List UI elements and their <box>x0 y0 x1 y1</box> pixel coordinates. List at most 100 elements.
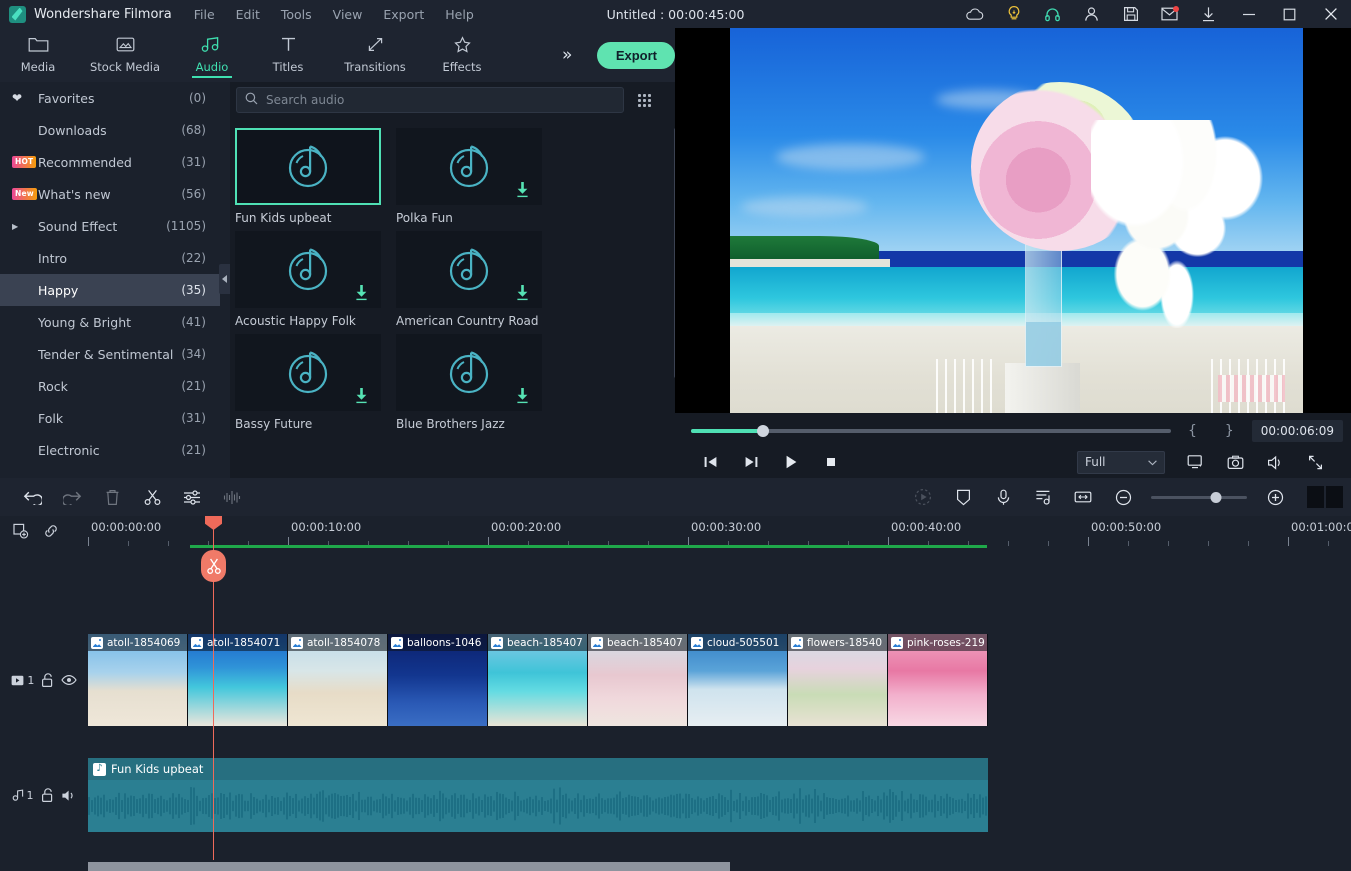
next-frame-button[interactable] <box>731 446 771 478</box>
sidebar-item-young-bright[interactable]: Young & Bright (41) <box>0 306 220 338</box>
sidebar-item-electronic[interactable]: Electronic (21) <box>0 434 220 466</box>
audio-track-lock-icon[interactable] <box>41 787 54 803</box>
download-icon[interactable] <box>1189 0 1228 28</box>
audio-card[interactable]: Fun Kids upbeat <box>235 128 381 225</box>
playhead-scissors-button[interactable] <box>201 550 226 582</box>
marker-shield-button[interactable] <box>943 478 983 516</box>
video-clip[interactable]: atoll-1854078 <box>288 634 388 726</box>
video-clip[interactable]: beach-185407 <box>488 634 588 726</box>
camera-icon[interactable] <box>1215 446 1255 478</box>
settings-sliders-button[interactable] <box>172 478 212 516</box>
export-button[interactable]: Export <box>597 41 676 69</box>
mark-out-button[interactable]: } <box>1225 423 1234 439</box>
audio-track-speaker-icon[interactable] <box>61 789 77 802</box>
stop-button[interactable] <box>811 446 851 478</box>
seek-slider[interactable] <box>691 425 1171 437</box>
sidebar-item-what-s-new[interactable]: New What's new (56) <box>0 178 220 210</box>
sidebar-item-happy[interactable]: Happy (35) <box>0 274 220 306</box>
fullscreen-icon[interactable] <box>1295 446 1335 478</box>
add-track-button[interactable] <box>8 518 34 544</box>
quality-select[interactable]: Full <box>1077 450 1165 474</box>
audio-card[interactable]: Polka Fun <box>396 128 542 225</box>
timeline-zoom-slider[interactable] <box>1151 491 1247 503</box>
more-tabs-chevron-icon[interactable]: » <box>562 45 573 65</box>
audio-card-thumb[interactable] <box>235 128 381 205</box>
audio-card-thumb[interactable] <box>235 334 381 411</box>
audio-mixer-button[interactable] <box>1023 478 1063 516</box>
timeline-horizontal-scrollbar[interactable] <box>88 862 730 871</box>
split-scissors-button[interactable] <box>132 478 172 516</box>
volume-icon[interactable] <box>1255 446 1295 478</box>
cloud-icon[interactable] <box>955 0 994 28</box>
lightbulb-icon[interactable] <box>994 0 1033 28</box>
sidebar-item-recommended[interactable]: HOT Recommended (31) <box>0 146 220 178</box>
video-track-lock-icon[interactable] <box>41 672 54 688</box>
menu-item-view[interactable]: View <box>333 7 363 22</box>
sidebar-item-sound-effect[interactable]: ▶ Sound Effect (1105) <box>0 210 220 242</box>
save-icon[interactable] <box>1111 0 1150 28</box>
zoom-out-button[interactable] <box>1103 478 1143 516</box>
sidebar-collapse-handle[interactable] <box>219 264 230 294</box>
timeline-ruler[interactable]: 00:00:00:00 00:00:10:00 00:00:20:00 00:00:3… <box>88 516 1351 546</box>
audio-card[interactable]: American Country Road <box>396 231 542 328</box>
link-clips-button[interactable] <box>38 518 64 544</box>
maximize-button[interactable] <box>1269 0 1310 28</box>
render-preview-button[interactable] <box>903 478 943 516</box>
sidebar-item-folk[interactable]: Folk (31) <box>0 402 220 434</box>
video-clip[interactable]: pink-roses-219 <box>888 634 988 726</box>
tab-media[interactable]: Media <box>0 28 76 82</box>
menu-item-edit[interactable]: Edit <box>236 7 260 22</box>
video-clip[interactable]: beach-185407 <box>588 634 688 726</box>
tab-effects[interactable]: Effects <box>424 28 500 82</box>
playhead[interactable] <box>201 516 226 860</box>
download-icon[interactable] <box>354 387 368 404</box>
tab-audio[interactable]: Audio <box>174 28 250 82</box>
video-clip[interactable]: cloud-505501 <box>688 634 788 726</box>
prev-frame-button[interactable] <box>691 446 731 478</box>
tab-stock-media[interactable]: Stock Media <box>76 28 174 82</box>
video-clip[interactable]: atoll-1854069 <box>88 634 188 726</box>
download-icon[interactable] <box>515 387 529 404</box>
menu-item-export[interactable]: Export <box>383 7 424 22</box>
audio-card-thumb[interactable] <box>396 334 542 411</box>
audio-clip[interactable]: ♪ Fun Kids upbeat <box>88 758 988 832</box>
download-icon[interactable] <box>515 284 529 301</box>
tab-transitions[interactable]: Transitions <box>326 28 424 82</box>
sidebar-item-tender-sentimental[interactable]: Tender & Sentimental (34) <box>0 338 220 370</box>
audio-card-thumb[interactable] <box>396 231 542 308</box>
caret-right-icon[interactable]: ▶ <box>12 222 18 231</box>
close-button[interactable] <box>1310 0 1351 28</box>
record-voiceover-button[interactable] <box>983 478 1023 516</box>
mail-icon[interactable] <box>1150 0 1189 28</box>
redo-button[interactable] <box>52 478 92 516</box>
sidebar-item-downloads[interactable]: Downloads (68) <box>0 114 220 146</box>
download-icon[interactable] <box>515 181 529 198</box>
video-clip[interactable]: balloons-1046 <box>388 634 488 726</box>
audio-card-thumb[interactable] <box>235 231 381 308</box>
split-view-indicator[interactable] <box>1307 486 1343 508</box>
grid-dots-icon[interactable] <box>632 87 656 113</box>
account-icon[interactable] <box>1072 0 1111 28</box>
menu-item-help[interactable]: Help <box>445 7 474 22</box>
menu-item-file[interactable]: File <box>194 7 215 22</box>
fit-timeline-button[interactable] <box>1063 478 1103 516</box>
download-icon[interactable] <box>354 284 368 301</box>
audio-card[interactable]: Blue Brothers Jazz <box>396 334 542 431</box>
undo-button[interactable] <box>12 478 52 516</box>
zoom-in-button[interactable] <box>1255 478 1295 516</box>
sidebar-item-rock[interactable]: Rock (21) <box>0 370 220 402</box>
video-track-eye-icon[interactable] <box>60 674 77 686</box>
video-clip[interactable]: flowers-18540 <box>788 634 888 726</box>
audio-card-thumb[interactable] <box>396 128 542 205</box>
play-button[interactable] <box>771 446 811 478</box>
search-box[interactable] <box>236 87 624 113</box>
menu-item-tools[interactable]: Tools <box>281 7 312 22</box>
sidebar-item-intro[interactable]: Intro (22) <box>0 242 220 274</box>
video-clip[interactable]: atoll-1854071 <box>188 634 288 726</box>
sidebar-item-favorites[interactable]: ❤ Favorites (0) <box>0 82 220 114</box>
minimize-button[interactable] <box>1228 0 1269 28</box>
headphones-icon[interactable] <box>1033 0 1072 28</box>
snapshot-screen-icon[interactable] <box>1175 446 1215 478</box>
tab-titles[interactable]: Titles <box>250 28 326 82</box>
delete-button[interactable] <box>92 478 132 516</box>
